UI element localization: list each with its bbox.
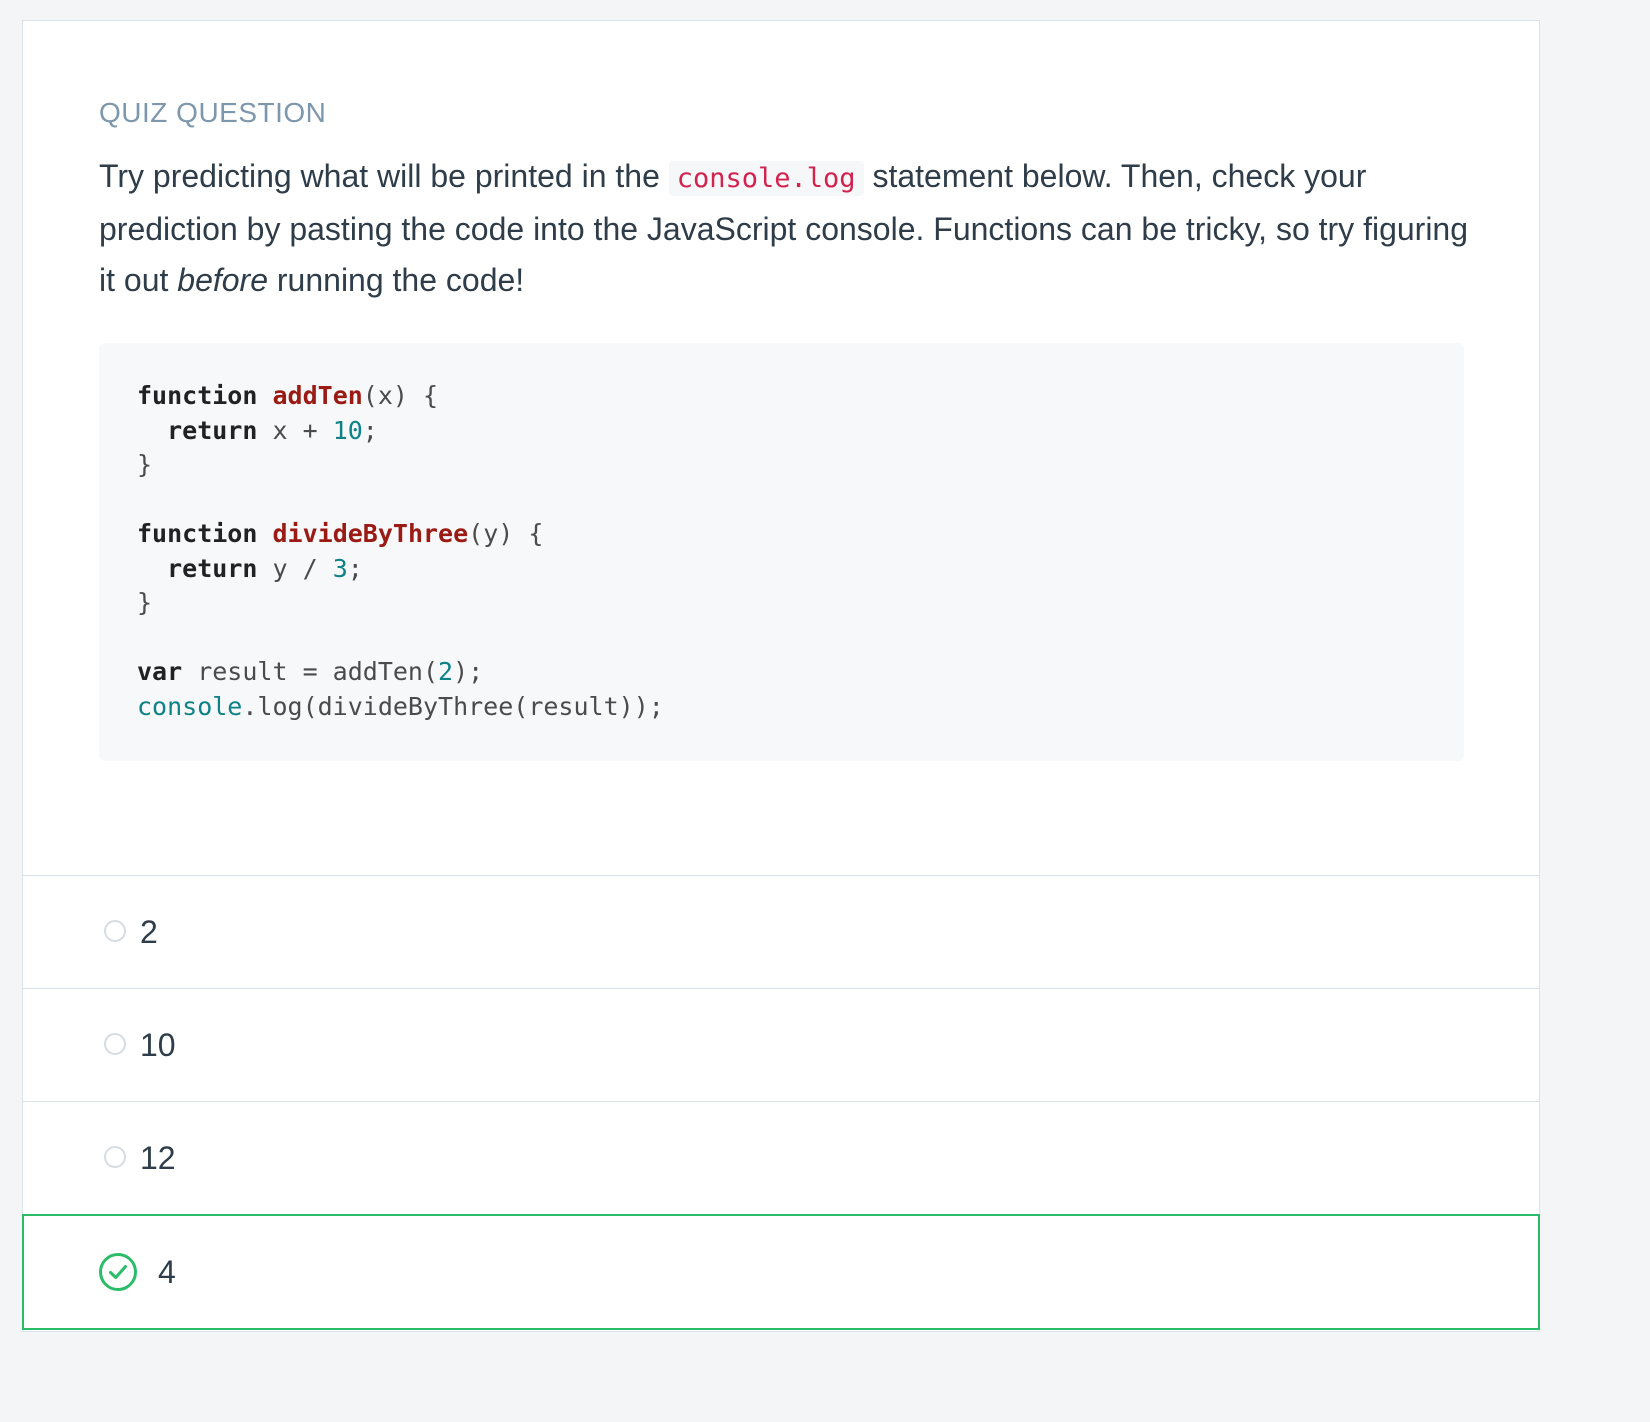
- quiz-card: QUIZ QUESTION Try predicting what will b…: [22, 20, 1540, 1332]
- code-number: 10: [332, 415, 363, 445]
- code-text: y /: [257, 553, 333, 583]
- radio-unchecked-icon[interactable]: [104, 1033, 126, 1055]
- code-text: );: [453, 657, 484, 686]
- code-line: }: [137, 586, 1426, 621]
- code-line: return y / 3;: [137, 552, 1426, 587]
- code-line: console.log(divideByThree(result));: [137, 690, 1426, 725]
- code-text: .log(divideByThree(result));: [242, 691, 664, 721]
- code-line: var result = addTen(2);: [137, 655, 1426, 690]
- code-text: }: [137, 450, 153, 479]
- code-keyword: return: [167, 553, 258, 583]
- code-keyword: function: [137, 519, 258, 548]
- code-block: function addTen(x) { return x + 10; } fu…: [99, 343, 1464, 761]
- question-emphasis: before: [177, 262, 268, 298]
- answer-options: 2 10 12 4: [22, 875, 1540, 1330]
- answer-option-10[interactable]: 10: [22, 988, 1540, 1101]
- code-line: }: [137, 448, 1426, 483]
- code-number: 2: [438, 657, 454, 686]
- code-line: return x + 10;: [137, 414, 1426, 449]
- option-label: 2: [140, 914, 158, 950]
- code-builtin: console: [137, 691, 243, 721]
- code-keyword: function: [137, 381, 258, 410]
- code-function-name: addTen: [272, 381, 363, 410]
- option-label: 12: [140, 1140, 176, 1176]
- question-text-part3: running the code!: [268, 262, 525, 298]
- question-area: QUIZ QUESTION Try predicting what will b…: [23, 21, 1539, 876]
- code-text: ;: [347, 553, 363, 583]
- radio-unchecked-icon[interactable]: [104, 920, 126, 942]
- code-text: result = addTen(: [182, 657, 439, 686]
- code-number: 3: [332, 553, 348, 583]
- code-text: x +: [257, 415, 333, 445]
- answer-option-2[interactable]: 2: [22, 875, 1540, 988]
- code-line: function addTen(x) {: [137, 379, 1426, 414]
- question-text-part1: Try predicting what will be printed in t…: [99, 158, 669, 194]
- code-function-name: divideByThree: [272, 519, 469, 548]
- checkmark-circle-icon[interactable]: [98, 1252, 138, 1292]
- inline-code: console.log: [668, 161, 864, 196]
- code-text: ;: [362, 415, 378, 445]
- code-text: (x) {: [362, 381, 439, 410]
- question-text: Try predicting what will be printed in t…: [99, 151, 1479, 306]
- radio-unchecked-icon[interactable]: [104, 1146, 126, 1168]
- option-label: 10: [140, 1027, 176, 1063]
- answer-option-4-selected[interactable]: 4: [22, 1214, 1540, 1330]
- code-text: }: [137, 588, 153, 617]
- answer-option-12[interactable]: 12: [22, 1101, 1540, 1214]
- option-label: 4: [158, 1254, 176, 1290]
- code-keyword: var: [137, 657, 183, 686]
- code-keyword: return: [167, 415, 258, 445]
- code-text: (y) {: [468, 519, 544, 548]
- quiz-label: QUIZ QUESTION: [99, 97, 327, 128]
- code-line: function divideByThree(y) {: [137, 517, 1426, 552]
